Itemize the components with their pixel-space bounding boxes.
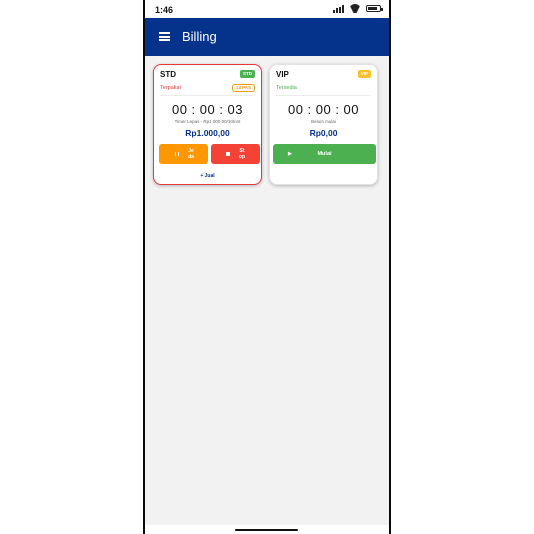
pause-icon: [175, 152, 179, 156]
navigation-bar: [145, 525, 389, 534]
status-icons: [333, 4, 383, 13]
rate-note: Timer Lepas - Rp1.000,00/10mnt: [174, 119, 241, 124]
billing-card-vip[interactable]: VIP VIP Tersedia 00 : 00 : 00 Belum mula…: [269, 64, 378, 185]
status-text: Terpakai: [160, 85, 181, 91]
pause-label: Je da: [188, 148, 194, 160]
rate-note: Belum mulai: [311, 119, 336, 124]
phone-frame: 1:46 Billing STD STD Terpakai LEPAS 00 :…: [143, 0, 391, 534]
divider: [160, 95, 255, 96]
app-bar: Billing: [145, 18, 389, 56]
timer-display: 00 : 00 : 03: [171, 102, 244, 117]
battery-icon: [366, 5, 383, 12]
card-name: VIP: [276, 70, 289, 79]
start-button[interactable]: ▶ Mulai: [273, 144, 376, 164]
card-name: STD: [160, 70, 176, 79]
status-text: Tersedia: [276, 85, 297, 91]
wifi-icon: [349, 4, 361, 13]
page-title: Billing: [182, 29, 217, 44]
divider: [276, 95, 371, 96]
start-label: Mulai: [317, 151, 332, 157]
stop-button[interactable]: St op: [211, 144, 260, 164]
status-time: 1:46: [155, 5, 174, 15]
mode-badge: LEPAS: [232, 84, 255, 92]
home-indicator[interactable]: [235, 529, 298, 531]
price-display: Rp1.000,00: [185, 128, 230, 138]
app-screen: 1:46 Billing STD STD Terpakai LEPAS 00 :…: [145, 0, 389, 534]
hamburger-menu-icon[interactable]: [159, 32, 170, 41]
price-display: Rp0,00: [309, 128, 338, 138]
status-bar: 1:46: [145, 0, 389, 18]
type-badge: VIP: [357, 70, 371, 78]
sell-link[interactable]: + Jual: [154, 173, 261, 179]
signal-icon: [333, 4, 344, 13]
billing-card-std[interactable]: STD STD Terpakai LEPAS 00 : 00 : 03 Time…: [153, 64, 262, 185]
pause-button[interactable]: Je da: [159, 144, 208, 164]
type-badge: STD: [240, 70, 255, 78]
stop-label: St op: [238, 148, 246, 160]
stop-icon: [226, 152, 230, 156]
timer-display: 00 : 00 : 00: [287, 102, 360, 117]
